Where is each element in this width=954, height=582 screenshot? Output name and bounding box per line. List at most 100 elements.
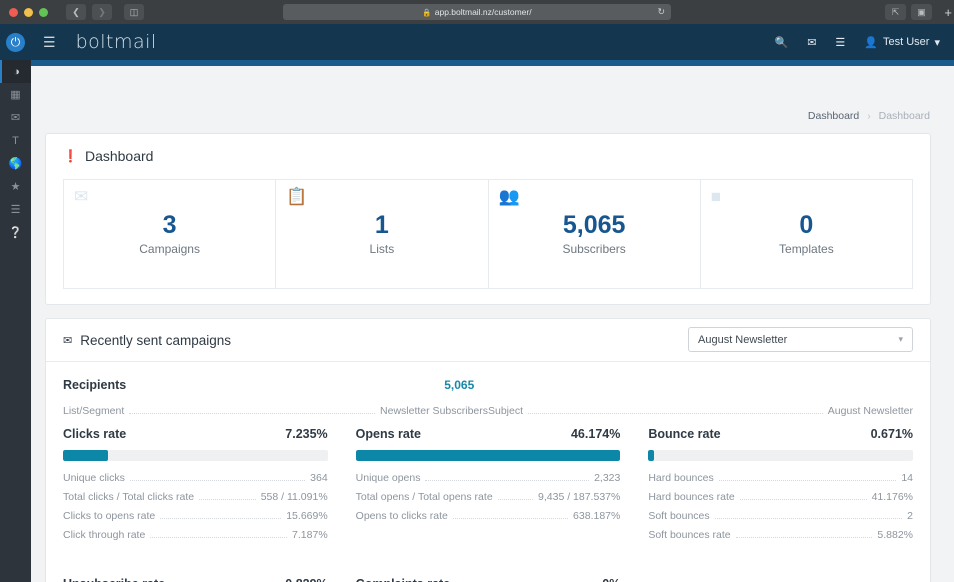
address-bar[interactable]: 🔒 app.boltmail.nz/customer/ ↻ xyxy=(283,4,671,20)
rate-detail-row: Unique clicks 364 xyxy=(63,472,328,491)
dot-leader xyxy=(129,413,376,414)
rate-title: Clicks rate xyxy=(63,427,127,441)
sidebar-logo[interactable]: ⏻ xyxy=(0,24,31,60)
sidebar-item-globe[interactable]: 🌎 xyxy=(0,152,31,175)
stat-card-campaigns[interactable]: ✉ 3 Campaigns xyxy=(64,180,275,288)
minimize-window-button[interactable] xyxy=(24,7,33,17)
rate-detail-key: Hard bounces xyxy=(648,472,714,484)
question-circle-icon: ❔ xyxy=(8,227,23,239)
rate-detail-key: Total clicks / Total clicks rate xyxy=(63,491,195,503)
envelope-icon: ✉ xyxy=(74,187,89,206)
browser-nav-buttons[interactable]: ❮ ❯ xyxy=(60,4,112,20)
campaign-select[interactable]: August Newsletter ▾ xyxy=(688,327,913,352)
forward-arrow-icon[interactable]: ❯ xyxy=(92,4,112,20)
sidebar-item-favourites[interactable]: ★ xyxy=(0,175,31,198)
search-icon[interactable]: 🔍 xyxy=(775,36,789,49)
breadcrumb: Dashboard › Dashboard xyxy=(808,110,930,122)
rate-detail-value: 41.176% xyxy=(871,491,914,503)
campaigns-card-title: ✉ Recently sent campaigns xyxy=(63,333,231,348)
brand-logo[interactable]: boltmail xyxy=(76,31,157,53)
users-icon: 👥 xyxy=(498,187,520,206)
notifications-icon[interactable]: ☰ xyxy=(835,36,845,49)
breadcrumb-root[interactable]: Dashboard xyxy=(808,110,859,122)
meta-value: August Newsletter xyxy=(827,405,913,417)
sidebar-item-reports[interactable]: ☰ xyxy=(0,198,31,221)
rate-detail-key: Clicks to opens rate xyxy=(63,510,156,522)
envelope-icon: ✉ xyxy=(63,334,73,347)
rate-detail-rows: Unique clicks 364 Total clicks / Total c… xyxy=(63,472,328,548)
dashboard-card: ❗ Dashboard ✉ 3 Campaigns 📋 1 Lists 👥 5,… xyxy=(45,133,931,305)
meta-key: List/Segment xyxy=(63,405,125,417)
maximize-window-button[interactable] xyxy=(39,7,48,17)
campaigns-card-title-label: Recently sent campaigns xyxy=(80,332,232,348)
rate-title: Bounce rate xyxy=(648,427,721,441)
rate-header: Unsubscribe rate 0.829% xyxy=(63,577,328,582)
stat-value: 0 xyxy=(799,210,814,239)
caret-down-icon: ▾ xyxy=(934,36,940,49)
dot-leader xyxy=(160,518,282,519)
new-tab-icon[interactable]: + xyxy=(944,6,952,19)
sidebar-item-campaigns[interactable]: ▦ xyxy=(0,83,31,106)
sidebar-item-lists[interactable]: ✉ xyxy=(0,106,31,129)
stat-card-lists[interactable]: 📋 1 Lists xyxy=(275,180,487,288)
top-navbar: ☰ boltmail 🔍 ✉ ☰ 👤 Test User ▾ xyxy=(31,24,954,60)
rate-detail-row: Hard bounces 14 xyxy=(648,472,913,491)
recipients-label: Recipients xyxy=(63,378,127,392)
file-icon: ■ xyxy=(710,187,722,206)
rate-detail-rows: Unique opens 2,323 Total opens / Total o… xyxy=(356,472,621,529)
rate-progress-track xyxy=(648,450,914,461)
envelope-icon[interactable]: ✉ xyxy=(807,36,816,49)
browser-toolbar-right[interactable]: ⇱ ▣ xyxy=(885,4,932,20)
rate-detail-value: 7.187% xyxy=(292,529,328,541)
user-menu[interactable]: 👤 Test User ▾ xyxy=(864,36,940,49)
stat-card-subscribers[interactable]: 👥 5,065 Subscribers xyxy=(487,180,700,288)
rate-column-unsubscribe: Unsubscribe rate 0.829% xyxy=(63,577,356,582)
close-window-button[interactable] xyxy=(9,7,18,17)
rate-progress-track xyxy=(355,450,621,461)
rate-percent: 0% xyxy=(602,577,620,582)
hamburger-icon[interactable]: ☰ xyxy=(43,35,56,49)
sidebar-item-templates[interactable]: T xyxy=(0,129,31,152)
dot-leader xyxy=(528,413,823,414)
sidebar-item-help[interactable]: ❔ xyxy=(0,221,31,244)
rate-progress-fill xyxy=(648,450,654,461)
window-icon: ▦ xyxy=(10,89,21,101)
info-circle-icon: ❗ xyxy=(63,149,78,163)
gauge-icon: ◑ xyxy=(13,65,20,78)
recipients-value: 5,065 xyxy=(444,378,475,392)
application-window: ⏻ ◑ ▦ ✉ T 🌎 ★ ☰ ❔ ☰ boltmail 🔍 ✉ ☰ 👤 Tes… xyxy=(0,24,954,582)
navbar-actions: 🔍 ✉ ☰ 👤 Test User ▾ xyxy=(775,36,941,49)
rate-detail-value: 638.187% xyxy=(573,510,621,522)
sidebar: ⏻ ◑ ▦ ✉ T 🌎 ★ ☰ ❔ xyxy=(0,24,31,582)
list-icon: ☰ xyxy=(10,204,21,216)
dot-leader xyxy=(739,499,867,500)
rate-detail-value: 14 xyxy=(901,472,914,484)
dot-leader xyxy=(718,480,897,481)
rate-percent: 7.235% xyxy=(285,427,328,441)
rate-detail-value: 5.882% xyxy=(877,529,914,541)
window-controls[interactable] xyxy=(9,7,48,17)
dot-leader xyxy=(714,518,903,519)
rate-detail-value: 2 xyxy=(907,510,914,522)
stat-card-templates[interactable]: ■ 0 Templates xyxy=(699,180,912,288)
chevron-down-icon: ▾ xyxy=(898,334,903,344)
rate-detail-row: Total opens / Total opens rate 9,435 / 1… xyxy=(356,491,621,510)
page-title-label: Dashboard xyxy=(84,148,154,164)
new-tab-overview-icon[interactable]: ▣ xyxy=(911,4,932,20)
sidebar-toggle-icon[interactable]: ◫ xyxy=(124,4,144,20)
dot-leader xyxy=(735,537,873,538)
share-icon[interactable]: ⇱ xyxy=(885,4,906,20)
reload-icon[interactable]: ↻ xyxy=(657,7,665,18)
dot-leader xyxy=(129,480,306,481)
rate-detail-value: 15.669% xyxy=(286,510,328,522)
rate-detail-key: Opens to clicks rate xyxy=(355,510,448,522)
rate-header: Complaints rate 0% xyxy=(356,577,621,582)
rate-detail-row: Click through rate 7.187% xyxy=(63,529,328,548)
rate-detail-key: Click through rate xyxy=(63,529,146,541)
rate-detail-key: Soft bounces xyxy=(648,510,710,522)
back-arrow-icon[interactable]: ❮ xyxy=(66,4,86,20)
page-title: ❗ Dashboard xyxy=(46,134,930,175)
meta-value: Newsletter Subscribers xyxy=(380,405,488,417)
sidebar-item-dashboard[interactable]: ◑ xyxy=(0,60,31,83)
rate-title: Opens rate xyxy=(355,427,421,441)
